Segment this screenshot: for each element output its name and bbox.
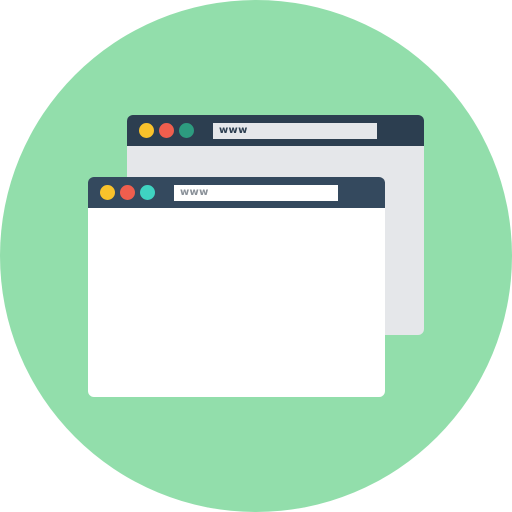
browser-windows-illustration: www www: [0, 0, 512, 512]
window-titlebar-front: www: [88, 177, 385, 208]
address-bar-front: www: [174, 185, 338, 201]
window-titlebar-back: www: [127, 115, 424, 146]
teal-dot-icon: [140, 185, 155, 200]
yellow-dot-icon: [139, 123, 154, 138]
window-content-front: [88, 208, 385, 397]
red-dot-icon: [159, 123, 174, 138]
red-dot-icon: [120, 185, 135, 200]
address-bar-back: www: [213, 123, 377, 139]
green-dot-icon: [179, 123, 194, 138]
browser-window-front: www: [88, 177, 385, 397]
yellow-dot-icon: [100, 185, 115, 200]
